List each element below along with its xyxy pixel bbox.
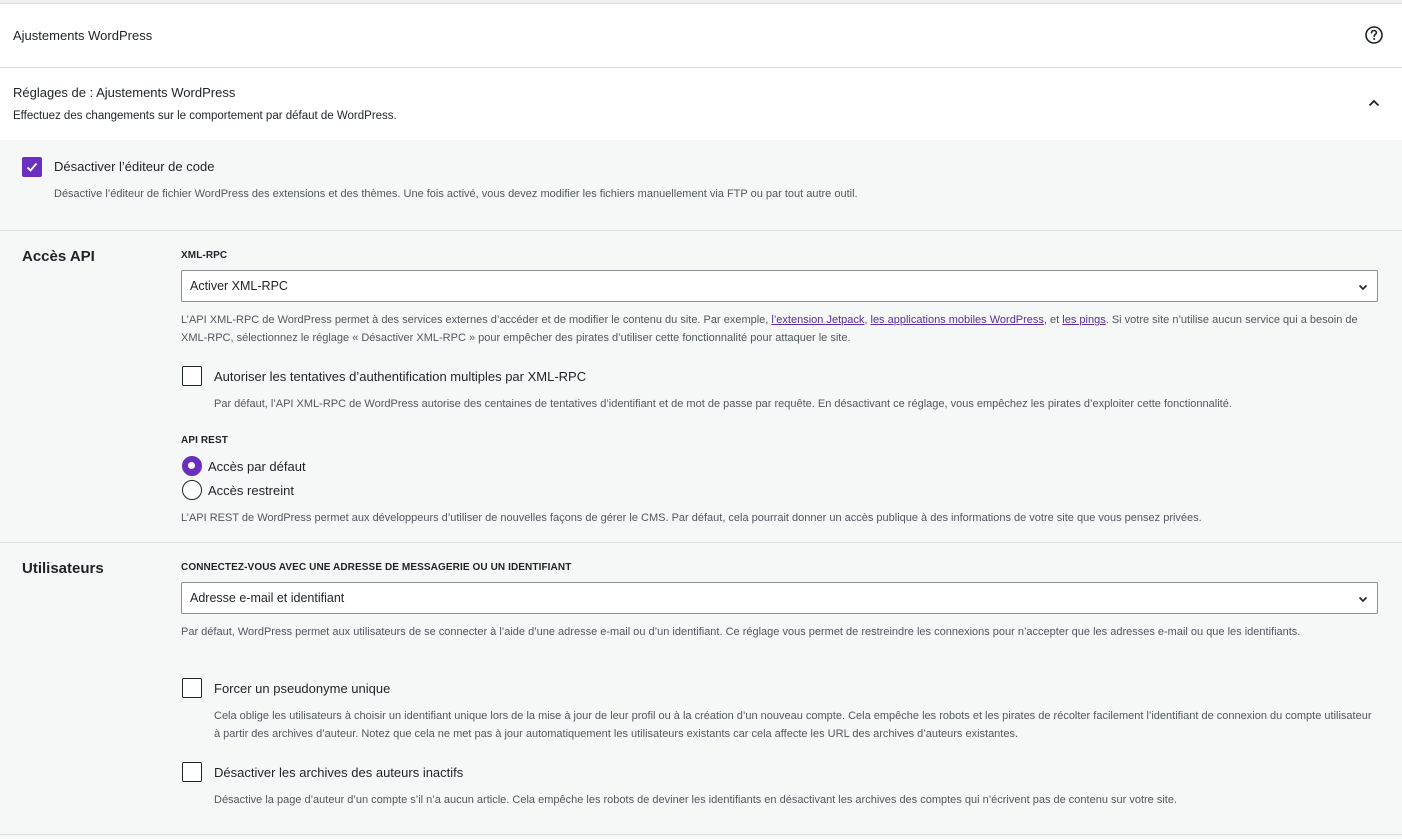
code-editor-label: Désactiver l’éditeur de code — [54, 159, 215, 174]
pings-link[interactable]: les pings — [1062, 314, 1105, 326]
checkmark-icon — [26, 162, 38, 172]
login-method-value: Adresse e-mail et identifiant — [190, 591, 345, 605]
xmlrpc-desc-before: L’API XML-RPC de WordPress permet à des … — [181, 314, 772, 326]
rest-default-label: Accès par défaut — [208, 459, 306, 474]
login-method-select[interactable]: Adresse e-mail et identifiant — [181, 582, 1378, 614]
section-divider — [0, 542, 1402, 543]
rest-api-label: API REST — [181, 435, 228, 446]
chevron-down-icon — [1358, 596, 1368, 603]
settings-panel-title: Réglages de : Ajustements WordPress — [13, 85, 236, 100]
inactive-archives-label: Désactiver les archives des auteurs inac… — [214, 765, 464, 780]
xmlrpc-select-value: Activer XML-RPC — [190, 279, 288, 293]
code-editor-checkbox[interactable] — [22, 157, 42, 177]
login-method-description: Par défaut, WordPress permet aux utilisa… — [181, 626, 1301, 638]
xmlrpc-description: L’API XML-RPC de WordPress permet à des … — [181, 311, 1381, 347]
xmlrpc-select[interactable]: Activer XML-RPC — [181, 270, 1378, 302]
rest-api-description: L’API REST de WordPress permet aux dével… — [181, 512, 1202, 524]
panel-header: Ajustements WordPress — [0, 4, 1402, 68]
multi-auth-checkbox[interactable] — [182, 366, 202, 386]
help-circle-icon[interactable] — [1364, 25, 1384, 45]
code-editor-description: Désactive l’éditeur de fichier WordPress… — [54, 188, 858, 200]
bottom-divider — [0, 834, 1402, 835]
unique-nickname-checkbox[interactable] — [182, 678, 202, 698]
settings-panel-header[interactable]: Réglages de : Ajustements WordPress Effe… — [0, 68, 1402, 140]
multi-auth-description: Par défaut, l’API XML-RPC de WordPress a… — [214, 398, 1232, 410]
users-section-heading: Utilisateurs — [22, 560, 104, 577]
code-editor-section: Désactiver l’éditeur de code Désactive l… — [0, 140, 1402, 231]
rest-restricted-radio[interactable] — [182, 480, 202, 500]
xmlrpc-desc-sep2: , et — [1043, 314, 1063, 326]
jetpack-link[interactable]: l’extension Jetpack — [771, 314, 864, 326]
mobile-apps-link[interactable]: les applications mobiles WordPress — [871, 314, 1044, 326]
api-section-heading: Accès API — [22, 248, 95, 265]
inactive-archives-checkbox[interactable] — [182, 762, 202, 782]
chevron-up-icon[interactable] — [1366, 95, 1382, 111]
unique-nickname-description: Cela oblige les utilisateurs à choisir u… — [214, 710, 1372, 740]
rest-restricted-label: Accès restreint — [208, 483, 294, 498]
settings-panel-description: Effectuez des changements sur le comport… — [13, 110, 397, 122]
multi-auth-label: Autoriser les tentatives d’authentificat… — [214, 369, 587, 384]
unique-nickname-label: Forcer un pseudonyme unique — [214, 681, 391, 696]
xmlrpc-label: XML-RPC — [181, 250, 228, 261]
login-method-label: CONNECTEZ-VOUS AVEC UNE ADRESSE DE MESSA… — [181, 562, 572, 573]
inactive-archives-description: Désactive la page d’auteur d’un compte s… — [214, 794, 1178, 806]
panel-title: Ajustements WordPress — [13, 28, 153, 43]
rest-default-radio[interactable] — [182, 456, 202, 476]
chevron-down-icon — [1358, 284, 1368, 291]
